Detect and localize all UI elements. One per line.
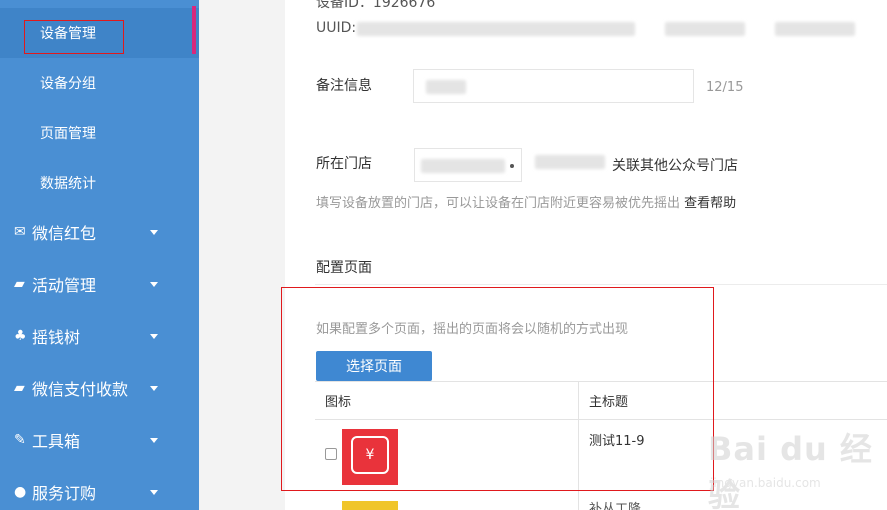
folder-open-icon: ▰ <box>14 380 25 396</box>
store-hint-text: 填写设备放置的门店，可以让设备在门店附近更容易被优先摇出 <box>316 196 681 211</box>
sidebar-item-device-group[interactable]: 设备分组 <box>0 58 199 108</box>
store-name-blurred <box>535 155 605 169</box>
note-counter: 12/15 <box>706 80 744 95</box>
baidu-jingyan-watermark: Bai du 经验 jingyan.baidu.com <box>708 418 878 510</box>
pages-label: 配置页面 <box>316 260 372 276</box>
menu-label: 摇钱树 <box>32 328 81 347</box>
menu-label: 活动管理 <box>32 276 97 295</box>
caret-down-icon <box>150 282 158 287</box>
tree-icon: ♣ <box>14 328 27 344</box>
sidebar-menu-activity[interactable]: ▰ 活动管理 <box>0 258 199 310</box>
active-indicator <box>192 6 196 54</box>
envelope-icon: ✉ <box>14 224 26 240</box>
device-id: 设备ID：1926676 <box>316 0 436 11</box>
dropdown-arrow-icon <box>510 164 514 168</box>
globe-icon: ● <box>14 484 27 500</box>
sidebar-menu-wechat-redpacket[interactable]: ✉ 微信红包 <box>0 206 199 258</box>
menu-label: 微信支付收款 <box>32 380 129 399</box>
store-hint: 填写设备放置的门店，可以让设备在门店附近更容易被优先摇出 查看帮助 <box>316 192 736 211</box>
sidebar-item-label: 数据统计 <box>40 176 96 192</box>
uuid-value-blurred <box>357 22 635 36</box>
caret-down-icon <box>150 334 158 339</box>
watermark-url: jingyan.baidu.com <box>710 476 821 490</box>
store-label: 所在门店 <box>316 156 372 172</box>
watermark-logo-text: Bai du 经验 <box>708 430 873 510</box>
note-label: 备注信息 <box>316 78 372 94</box>
sidebar-item-page-management[interactable]: 页面管理 <box>0 108 199 158</box>
uuid-label: UUID: <box>316 20 357 36</box>
caret-down-icon <box>150 230 158 235</box>
annotation-box-sidebar <box>24 20 124 54</box>
sidebar-item-data-statistics[interactable]: 数据统计 <box>0 158 199 208</box>
menu-label: 微信红包 <box>32 224 97 243</box>
divider <box>315 284 887 285</box>
annotation-box-pages <box>281 287 714 491</box>
menu-label: 服务订购 <box>32 484 97 503</box>
sidebar-item-label: 页面管理 <box>40 126 96 142</box>
help-link[interactable]: 查看帮助 <box>684 196 736 211</box>
sidebar-item-label: 设备分组 <box>40 76 96 92</box>
sidebar: 设备管理 设备分组 页面管理 数据统计 ✉ 微信红包 ▰ 活动管理 ♣ 摇钱树 … <box>0 0 199 510</box>
sidebar-menu-money-tree[interactable]: ♣ 摇钱树 <box>0 310 199 362</box>
minor-value-blurred <box>775 22 855 36</box>
note-input[interactable] <box>413 69 694 103</box>
caret-down-icon <box>150 438 158 443</box>
folder-open-icon: ▰ <box>14 276 25 292</box>
sidebar-menu-toolbox[interactable]: ✎ 工具箱 <box>0 414 199 466</box>
sidebar-menu-wechat-pay[interactable]: ▰ 微信支付收款 <box>0 362 199 414</box>
caret-down-icon <box>150 490 158 495</box>
note-value-blurred <box>426 80 466 94</box>
wrench-icon: ✎ <box>14 432 26 448</box>
store-select[interactable] <box>414 148 522 182</box>
store-select-value-blurred <box>421 159 505 173</box>
caret-down-icon <box>150 386 158 391</box>
menu-label: 工具箱 <box>32 432 81 451</box>
table-cell-title: 补丛工降 <box>589 502 642 510</box>
sidebar-menu-service-order[interactable]: ● 服务订购 <box>0 466 199 510</box>
link-other-store[interactable]: 关联其他公众号门店 <box>612 155 738 175</box>
major-value-blurred <box>665 22 745 36</box>
yellow-image-thumb <box>342 501 398 510</box>
